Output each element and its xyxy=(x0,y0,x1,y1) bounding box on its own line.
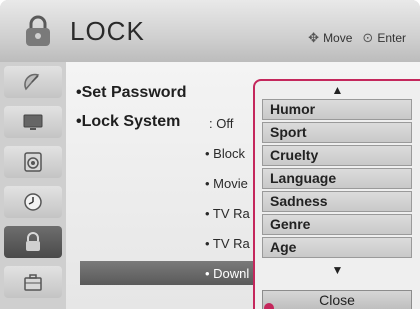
menu-item-tv-rating-2[interactable]: • TV Ra xyxy=(205,236,250,251)
menu-item-tv-rating-1[interactable]: • TV Ra xyxy=(205,206,250,221)
tv-menu-screen: LOCK ✥ Move ⊙ Enter •Set Password •Lock … xyxy=(0,0,420,309)
menu-item-movie[interactable]: • Movie xyxy=(205,176,248,191)
popup-item-genre[interactable]: Genre xyxy=(262,214,412,235)
close-button[interactable]: Close xyxy=(262,290,412,309)
sidebar-tab-time[interactable] xyxy=(4,186,62,218)
popup-item-cruelty[interactable]: Cruelty xyxy=(262,145,412,166)
scroll-down-arrow-icon[interactable]: ▼ xyxy=(255,263,420,277)
sidebar xyxy=(0,62,66,309)
popup-item-humor[interactable]: Humor xyxy=(262,99,412,120)
rating-popup: ▲ Humor Sport Cruelty Language Sadness G… xyxy=(253,79,420,309)
popup-item-age[interactable]: Age xyxy=(262,237,412,258)
popup-item-sadness[interactable]: Sadness xyxy=(262,191,412,212)
satellite-dish-icon xyxy=(24,73,40,91)
sidebar-tab-picture[interactable] xyxy=(4,106,62,138)
clock-icon xyxy=(24,193,42,211)
sidebar-tab-lock[interactable] xyxy=(4,226,62,258)
page-title: LOCK xyxy=(70,16,145,46)
popup-item-language[interactable]: Language xyxy=(262,168,412,189)
nav-hints: ✥ Move ⊙ Enter xyxy=(308,30,406,46)
suitcase-icon xyxy=(24,274,42,291)
scroll-up-arrow-icon[interactable]: ▲ xyxy=(255,83,420,97)
focus-indicator-dot xyxy=(264,303,274,309)
dpad-icon: ✥ xyxy=(308,30,320,45)
header-bar: LOCK ✥ Move ⊙ Enter xyxy=(0,0,420,62)
menu-item-block[interactable]: • Block xyxy=(205,146,245,161)
lock-icon xyxy=(26,15,50,46)
popup-item-sport[interactable]: Sport xyxy=(262,122,412,143)
speaker-icon xyxy=(24,152,42,172)
hint-enter-label: Enter xyxy=(377,31,406,45)
hint-move-label: Move xyxy=(323,31,353,45)
sidebar-tab-option[interactable] xyxy=(4,266,62,298)
lock-icon xyxy=(26,232,40,251)
menu-item-set-password[interactable]: •Set Password xyxy=(76,84,187,102)
menu-item-lock-system[interactable]: •Lock System xyxy=(76,113,180,131)
tv-screen-icon xyxy=(23,114,43,130)
sidebar-tab-channel[interactable] xyxy=(4,66,62,98)
sidebar-tab-audio[interactable] xyxy=(4,146,62,178)
lock-system-value: : Off xyxy=(209,116,234,131)
menu-item-downloadable[interactable]: • Downl xyxy=(205,266,249,281)
ok-circle-icon: ⊙ xyxy=(362,30,374,45)
